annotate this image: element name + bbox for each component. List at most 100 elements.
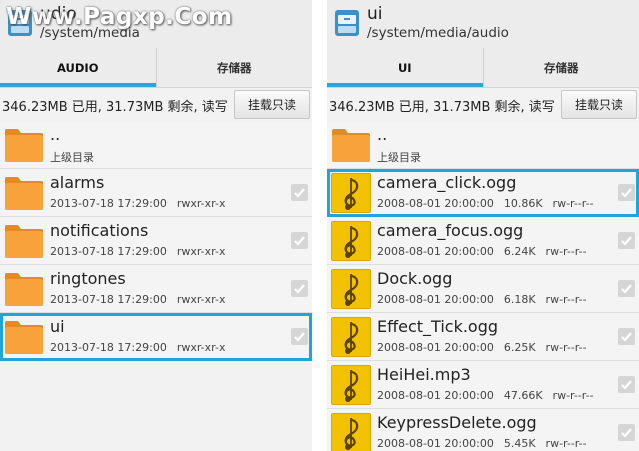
file-date: 2013-07-18 17:29:00: [50, 245, 167, 258]
file-meta: 2013-07-18 17:29:00 rwxr-xr-x: [50, 341, 225, 354]
checkbox[interactable]: [618, 328, 635, 345]
file-date: 2008-08-01 20:00:00: [377, 389, 494, 402]
left-panel: udio /system/media AUDIO 存储器 346.23MB 已用…: [0, 0, 312, 451]
storage-info-bar: 346.23MB 已用, 31.73MB 剩余, 读写 挂载只读: [327, 88, 639, 121]
file-permissions: rwxr-xr-x: [176, 245, 226, 258]
file-list-item[interactable]: ringtones 2013-07-18 17:29:00 rwxr-xr-x: [0, 265, 312, 313]
folder-icon: [5, 225, 43, 258]
file-name: Effect_Tick.ogg: [377, 317, 499, 336]
checkbox[interactable]: [291, 184, 308, 201]
file-date: 2008-08-01 20:00:00: [377, 293, 494, 306]
file-meta: 2013-07-18 17:29:00 rwxr-xr-x: [50, 293, 225, 306]
file-meta: 2008-08-01 20:00:00 10.86K rw-r--r--: [377, 197, 594, 210]
file-list-item[interactable]: .. 上级目录: [0, 121, 312, 169]
music-note-icon: [331, 269, 371, 309]
file-meta: 2008-08-01 20:00:00 6.25K rw-r--r--: [377, 341, 587, 354]
file-name: camera_focus.ogg: [377, 221, 524, 240]
folder-icon: [5, 177, 43, 210]
file-date: 2013-07-18 17:29:00: [50, 197, 167, 210]
file-size: 6.18K: [503, 293, 536, 306]
file-permissions: rwxr-xr-x: [176, 341, 226, 354]
music-note-icon: [331, 413, 371, 451]
folder-path: /system/media: [40, 25, 140, 41]
file-name: ..: [377, 125, 388, 144]
storage-info: 346.23MB 已用, 31.73MB 剩余, 读写: [2, 100, 228, 115]
file-list-item[interactable]: KeypressDelete.ogg 2008-08-01 20:00:00 5.4…: [327, 409, 639, 451]
storage-info: 346.23MB 已用, 31.73MB 剩余, 读写: [329, 100, 555, 115]
file-name: ringtones: [50, 269, 126, 288]
file-name: alarms: [50, 173, 105, 192]
file-list-item[interactable]: Effect_Tick.ogg 2008-08-01 20:00:00 6.25K r…: [327, 313, 639, 361]
file-name: camera_click.ogg: [377, 173, 517, 192]
checkmark-icon: [621, 236, 632, 246]
checkbox[interactable]: [291, 232, 308, 249]
tab-ui[interactable]: UI: [327, 48, 483, 87]
checkmark-icon: [621, 188, 632, 198]
file-manager-icon[interactable]: [7, 8, 33, 38]
file-list-item[interactable]: ui 2013-07-18 17:29:00 rwxr-xr-x: [0, 313, 312, 361]
checkmark-icon: [621, 332, 632, 342]
checkbox[interactable]: [618, 424, 635, 441]
file-name: ui: [50, 317, 65, 336]
tab-storage[interactable]: 存储器: [155, 48, 313, 87]
storage-info-bar: 346.23MB 已用, 31.73MB 剩余, 读写 挂载只读: [0, 88, 312, 121]
file-list-item[interactable]: camera_focus.ogg 2008-08-01 20:00:00 6.24K…: [327, 217, 639, 265]
file-permissions: rw-r--r--: [552, 197, 594, 210]
checkmark-icon: [621, 284, 632, 294]
checkbox[interactable]: [291, 328, 308, 345]
music-note-icon: [331, 317, 371, 357]
music-note-icon: [331, 173, 371, 213]
file-meta: 上级目录: [377, 149, 421, 165]
checkbox[interactable]: [618, 376, 635, 393]
tab-storage[interactable]: 存储器: [482, 48, 639, 87]
music-note-icon: [331, 221, 371, 261]
file-name: notifications: [50, 221, 149, 240]
header: udio /system/media: [0, 0, 312, 48]
file-list-item[interactable]: alarms 2013-07-18 17:29:00 rwxr-xr-x: [0, 169, 312, 217]
file-permissions: rw-r--r--: [545, 437, 587, 450]
checkmark-icon: [294, 188, 305, 198]
file-size: 47.66K: [503, 389, 543, 402]
file-list-item[interactable]: HeiHei.mp3 2008-08-01 20:00:00 47.66K rw-r-…: [327, 361, 639, 409]
file-list-item[interactable]: .. 上级目录: [327, 121, 639, 169]
tab-bar: AUDIO 存储器: [0, 48, 312, 88]
file-permissions: rw-r--r--: [545, 293, 587, 306]
file-list-item[interactable]: camera_click.ogg 2008-08-01 20:00:00 10.86…: [327, 169, 639, 217]
folder-icon: [5, 129, 43, 162]
mount-readonly-button[interactable]: 挂载只读: [234, 90, 310, 119]
tab-bar: UI 存储器: [327, 48, 639, 88]
mount-readonly-button[interactable]: 挂载只读: [561, 90, 637, 119]
file-size: 10.86K: [503, 197, 543, 210]
file-list-item[interactable]: Dock.ogg 2008-08-01 20:00:00 6.18K rw-r--r-…: [327, 265, 639, 313]
file-date: 2013-07-18 17:29:00: [50, 293, 167, 306]
file-permissions: rw-r--r--: [545, 245, 587, 258]
folder-title: ui: [367, 4, 383, 24]
file-size: 5.45K: [503, 437, 536, 450]
file-date: 2008-08-01 20:00:00: [377, 437, 494, 450]
file-meta: 2013-07-18 17:29:00 rwxr-xr-x: [50, 245, 225, 258]
file-name: ..: [50, 125, 61, 144]
file-list: .. 上级目录 alarms 2013-07-18 17:29:00 rwxr-xr-x…: [0, 121, 312, 361]
file-permissions: rwxr-xr-x: [176, 293, 226, 306]
file-name: Dock.ogg: [377, 269, 453, 288]
folder-title: udio: [40, 4, 77, 24]
file-date: 2008-08-01 20:00:00: [377, 197, 494, 210]
header: ui /system/media/audio: [327, 0, 639, 48]
file-date: 2008-08-01 20:00:00: [377, 245, 494, 258]
file-date: 上级目录: [50, 151, 94, 164]
file-meta: 2008-08-01 20:00:00 47.66K rw-r--r--: [377, 389, 594, 402]
file-meta: 2008-08-01 20:00:00 5.45K rw-r--r--: [377, 437, 587, 450]
file-list-item[interactable]: notifications 2013-07-18 17:29:00 rwxr-xr-…: [0, 217, 312, 265]
checkbox[interactable]: [618, 184, 635, 201]
checkmark-icon: [621, 428, 632, 438]
file-name: HeiHei.mp3: [377, 365, 471, 384]
checkmark-icon: [621, 380, 632, 390]
checkbox[interactable]: [618, 280, 635, 297]
music-note-icon: [331, 365, 371, 405]
file-meta: 上级目录: [50, 149, 94, 165]
file-manager-icon[interactable]: [334, 8, 360, 38]
tab-audio[interactable]: AUDIO: [0, 48, 156, 87]
checkbox[interactable]: [291, 280, 308, 297]
checkbox[interactable]: [618, 232, 635, 249]
file-permissions: rw-r--r--: [552, 389, 594, 402]
